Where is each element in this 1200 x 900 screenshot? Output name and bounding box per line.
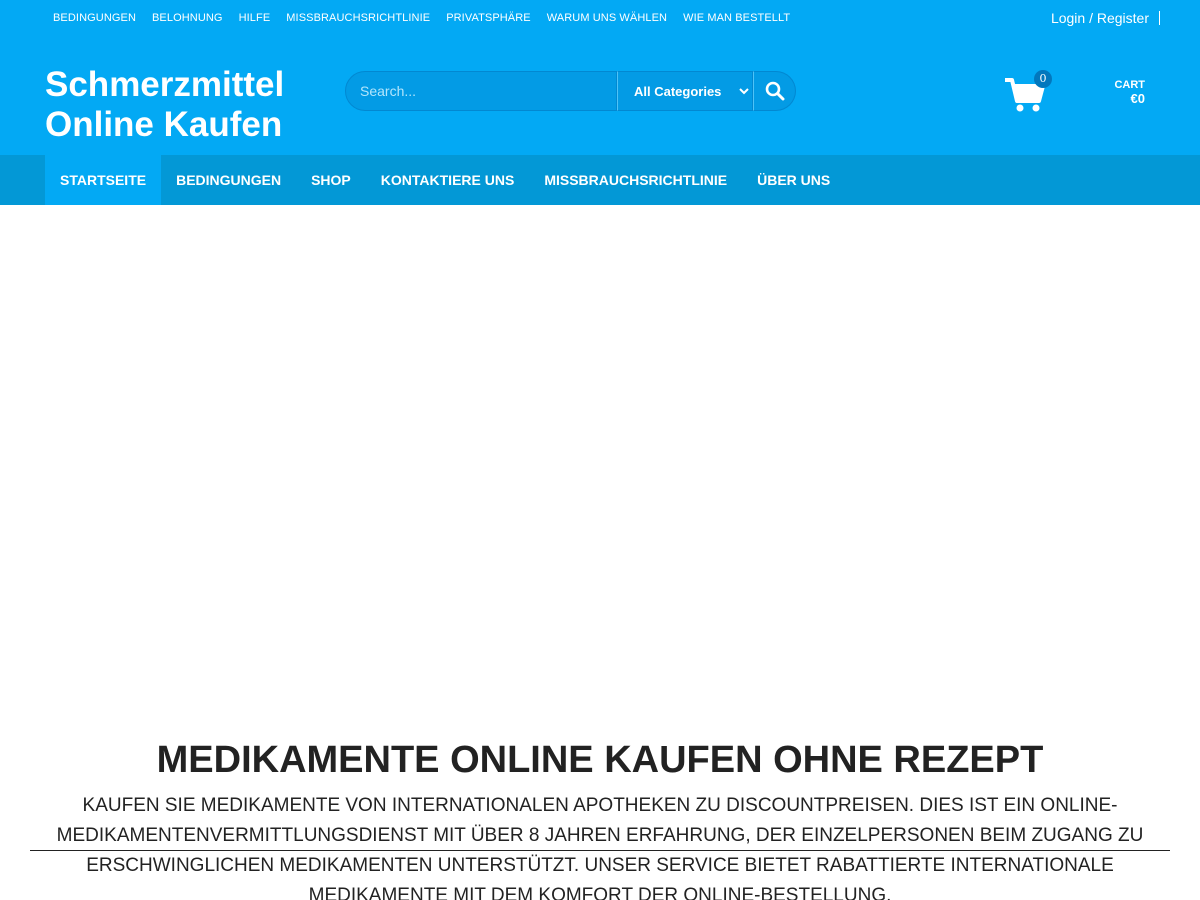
main-nav-items: STARTSEITE BEDINGUNGEN SHOP KONTAKTIERE …	[45, 155, 845, 205]
account-area: Login / Register	[1051, 0, 1160, 36]
nav-item-ueber-uns[interactable]: ÜBER UNS	[742, 155, 845, 205]
top-bar: BEDINGUNGEN BELOHNUNG HILFE MISSBRAUCHSR…	[0, 0, 1200, 36]
top-link-privatsphaere[interactable]: PRIVATSPHÄRE	[438, 12, 539, 24]
nav-item-missbrauchsrichtlinie[interactable]: MISSBRAUCHSRICHTLINIE	[529, 155, 742, 205]
top-link-belohnung[interactable]: BELOHNUNG	[144, 12, 231, 24]
top-links: BEDINGUNGEN BELOHNUNG HILFE MISSBRAUCHSR…	[45, 0, 798, 36]
cart-summary[interactable]: CART €0	[1114, 78, 1145, 106]
nav-item-kontaktiere-uns[interactable]: KONTAKTIERE UNS	[366, 155, 530, 205]
top-link-missbrauchsrichtlinie[interactable]: MISSBRAUCHSRICHTLINIE	[278, 12, 438, 24]
top-link-bedingungen[interactable]: BEDINGUNGEN	[45, 12, 144, 24]
nav-item-startseite[interactable]: STARTSEITE	[45, 155, 162, 205]
top-link-wie-man-bestellt[interactable]: WIE MAN BESTELLT	[675, 12, 798, 24]
top-link-warum-uns-waehlen[interactable]: WARUM UNS WÄHLEN	[539, 12, 675, 24]
main-nav: STARTSEITE BEDINGUNGEN SHOP KONTAKTIERE …	[0, 155, 1200, 205]
page-headline: MEDIKAMENTE ONLINE KAUFEN OHNE REZEPT	[156, 739, 1044, 781]
category-select[interactable]: All Categories	[617, 71, 753, 111]
cart-label: CART	[1114, 79, 1145, 91]
search-input[interactable]	[345, 71, 617, 111]
intro-text: KAUFEN SIE MEDIKAMENTE VON INTERNATIONAL…	[56, 795, 1144, 900]
search-form: All Categories	[345, 71, 796, 111]
nav-item-shop[interactable]: SHOP	[296, 155, 366, 205]
search-button[interactable]	[753, 71, 796, 111]
divider	[30, 850, 1170, 851]
cart-amount: €0	[1130, 91, 1145, 106]
logo-line-1: Schmerzmittel	[45, 65, 285, 104]
nav-item-bedingungen[interactable]: BEDINGUNGEN	[161, 155, 296, 205]
search-icon	[765, 81, 784, 101]
cart-count-badge: 0	[1034, 70, 1052, 88]
login-register-link[interactable]: Login / Register	[1051, 11, 1160, 25]
top-link-hilfe[interactable]: HILFE	[231, 12, 279, 24]
site-logo[interactable]: Schmerzmittel Online Kaufen	[45, 65, 284, 145]
logo-line-2: Online Kaufen	[45, 105, 283, 144]
site-header: Schmerzmittel Online Kaufen All Categori…	[0, 36, 1200, 155]
